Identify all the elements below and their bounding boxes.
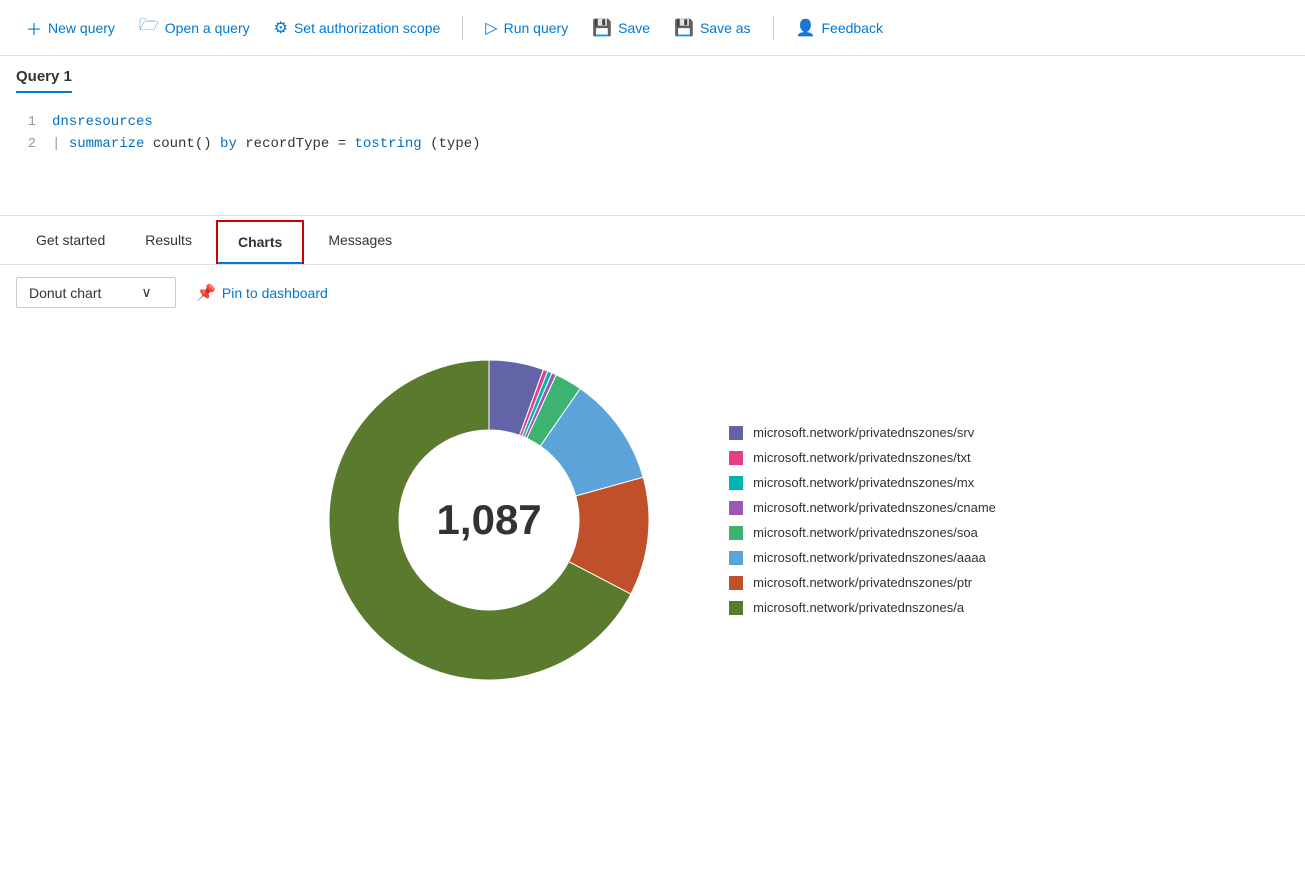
code-text-1: dnsresources [52, 111, 153, 133]
chart-main: 1,087 microsoft.network/privatednszones/… [0, 320, 1305, 720]
tab-messages[interactable]: Messages [308, 220, 412, 260]
run-query-label: Run query [504, 20, 569, 36]
legend-label-cname: microsoft.network/privatednszones/cname [753, 500, 996, 515]
legend-item-txt: microsoft.network/privatednszones/txt [729, 450, 996, 465]
legend-label-txt: microsoft.network/privatednszones/txt [753, 450, 970, 465]
legend-label-a: microsoft.network/privatednszones/a [753, 600, 964, 615]
save-as-icon: 💾 [674, 18, 694, 38]
code-area[interactable]: 1 dnsresources 2 | summarize count() by … [16, 103, 1289, 203]
legend-color-mx [729, 476, 743, 490]
toolbar: ＋ New query 🗁 Open a query ⚙ Set authori… [0, 0, 1305, 56]
legend-label-srv: microsoft.network/privatednszones/srv [753, 425, 974, 440]
chart-type-label: Donut chart [29, 285, 101, 301]
toolbar-divider-1 [462, 16, 463, 40]
gear-icon: ⚙ [274, 18, 288, 38]
legend-item-aaaa: microsoft.network/privatednszones/aaaa [729, 550, 996, 565]
new-query-icon: ＋ [26, 16, 42, 40]
donut-svg [309, 340, 669, 700]
donut-chart: 1,087 [309, 340, 669, 700]
legend-item-srv: microsoft.network/privatednszones/srv [729, 425, 996, 440]
save-label: Save [618, 20, 650, 36]
set-auth-button[interactable]: ⚙ Set authorization scope [264, 12, 451, 44]
tab-get-started[interactable]: Get started [16, 220, 125, 260]
legend-color-a [729, 601, 743, 615]
code-line-2: 2 | summarize count() by recordType = to… [16, 133, 1289, 155]
feedback-button[interactable]: 👤 Feedback [786, 12, 893, 44]
folder-icon: 🗁 [139, 14, 159, 41]
query-title: Query 1 [16, 68, 72, 93]
chart-legend: microsoft.network/privatednszones/srv mi… [729, 425, 996, 615]
legend-label-soa: microsoft.network/privatednszones/soa [753, 525, 978, 540]
legend-color-txt [729, 451, 743, 465]
legend-color-cname [729, 501, 743, 515]
save-as-label: Save as [700, 20, 751, 36]
legend-item-mx: microsoft.network/privatednszones/mx [729, 475, 996, 490]
legend-label-ptr: microsoft.network/privatednszones/ptr [753, 575, 972, 590]
query-editor: Query 1 1 dnsresources 2 | summarize cou… [0, 56, 1305, 216]
pin-label: Pin to dashboard [222, 285, 328, 301]
pin-icon: 📌 [196, 283, 216, 303]
legend-item-a: microsoft.network/privatednszones/a [729, 600, 996, 615]
code-text-2: | summarize count() by recordType = tost… [52, 133, 481, 155]
new-query-label: New query [48, 20, 115, 36]
code-line-1: 1 dnsresources [16, 111, 1289, 133]
chevron-down-icon: ∨ [141, 284, 151, 301]
save-button[interactable]: 💾 Save [582, 12, 660, 44]
legend-item-soa: microsoft.network/privatednszones/soa [729, 525, 996, 540]
set-auth-label: Set authorization scope [294, 20, 440, 36]
run-icon: ▷ [485, 18, 497, 38]
feedback-icon: 👤 [796, 18, 816, 38]
tab-results[interactable]: Results [125, 220, 212, 260]
new-query-button[interactable]: ＋ New query [16, 10, 125, 46]
tab-charts[interactable]: Charts [216, 220, 304, 264]
legend-item-ptr: microsoft.network/privatednszones/ptr [729, 575, 996, 590]
legend-color-aaaa [729, 551, 743, 565]
legend-item-cname: microsoft.network/privatednszones/cname [729, 500, 996, 515]
chart-type-dropdown[interactable]: Donut chart ∨ [16, 277, 176, 308]
legend-color-soa [729, 526, 743, 540]
feedback-label: Feedback [821, 20, 882, 36]
legend-color-ptr [729, 576, 743, 590]
toolbar-divider-2 [773, 16, 774, 40]
legend-label-aaaa: microsoft.network/privatednszones/aaaa [753, 550, 986, 565]
line-number-2: 2 [16, 133, 36, 155]
run-query-button[interactable]: ▷ Run query [475, 12, 578, 44]
open-query-button[interactable]: 🗁 Open a query [129, 8, 260, 47]
pin-to-dashboard-button[interactable]: 📌 Pin to dashboard [196, 283, 328, 303]
save-icon: 💾 [592, 18, 612, 38]
chart-controls: Donut chart ∨ 📌 Pin to dashboard [0, 265, 1305, 320]
open-query-label: Open a query [165, 20, 250, 36]
legend-label-mx: microsoft.network/privatednszones/mx [753, 475, 974, 490]
legend-color-srv [729, 426, 743, 440]
tabs-area: Get started Results Charts Messages [0, 216, 1305, 265]
save-as-button[interactable]: 💾 Save as [664, 12, 761, 44]
tabs-row: Get started Results Charts Messages [16, 216, 1289, 264]
line-number-1: 1 [16, 111, 36, 133]
